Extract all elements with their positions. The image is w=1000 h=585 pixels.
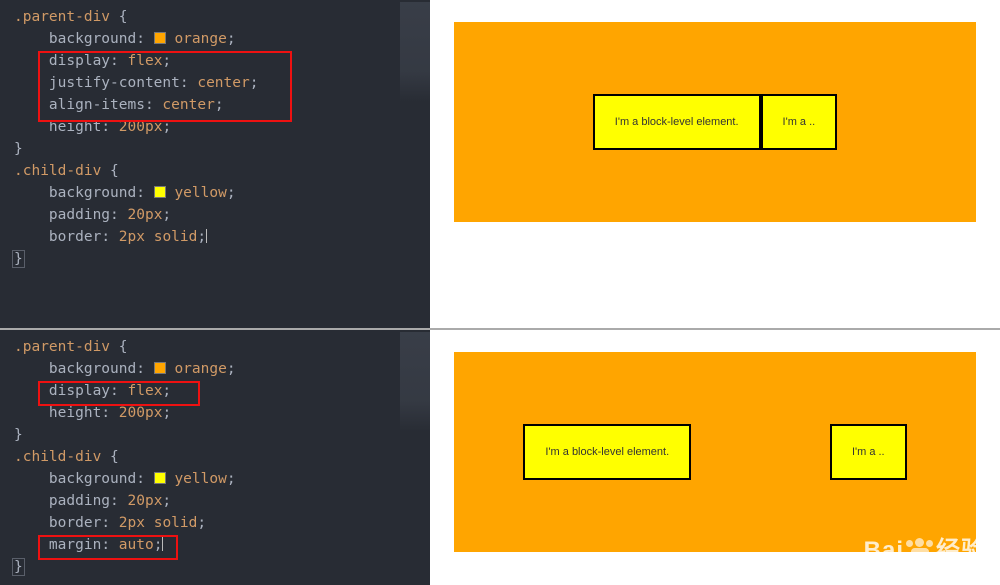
css-value: solid — [154, 515, 198, 531]
css-prop: display — [49, 53, 110, 69]
parent-div-demo: I'm a block-level element. I'm a .. — [454, 22, 976, 222]
css-prop: align-items — [49, 97, 145, 113]
css-selector: .parent-div — [14, 339, 110, 355]
css-value: solid — [154, 229, 198, 245]
child-div-demo: I'm a .. — [761, 94, 838, 150]
css-prop: background — [49, 471, 136, 487]
child-div-demo: I'm a block-level element. — [593, 94, 761, 150]
css-prop: border — [49, 515, 101, 531]
css-value: 2px — [119, 515, 145, 531]
css-prop: justify-content — [49, 75, 180, 91]
css-value: 2px — [119, 229, 145, 245]
css-value: 20px — [128, 493, 163, 509]
child-div-demo: I'm a block-level element. — [523, 424, 691, 480]
css-value: auto — [119, 537, 154, 553]
color-swatch-orange-icon — [154, 362, 166, 374]
css-value: center — [162, 97, 214, 113]
css-value: yellow — [174, 471, 226, 487]
color-swatch-yellow-icon — [154, 186, 166, 198]
color-swatch-yellow-icon — [154, 472, 166, 484]
css-prop: background — [49, 185, 136, 201]
css-value: 200px — [119, 119, 163, 135]
css-selector: .child-div — [14, 449, 101, 465]
css-prop: height — [49, 405, 101, 421]
css-prop: padding — [49, 493, 110, 509]
css-value: 20px — [128, 207, 163, 223]
css-prop: margin — [49, 537, 101, 553]
code-editor-top[interactable]: .parent-div { background: orange; displa… — [0, 0, 430, 328]
watermark-url: jingyan.baidu.com — [864, 565, 986, 579]
text-cursor-icon — [162, 537, 163, 551]
css-value: orange — [174, 361, 226, 377]
css-prop: background — [49, 31, 136, 47]
css-value: yellow — [174, 185, 226, 201]
minimap-icon — [400, 2, 430, 102]
css-prop: background — [49, 361, 136, 377]
parent-div-demo: I'm a block-level element. I'm a .. — [454, 352, 976, 552]
css-prop: height — [49, 119, 101, 135]
minimap-icon — [400, 332, 430, 432]
child-div-demo: I'm a .. — [830, 424, 907, 480]
css-value: orange — [174, 31, 226, 47]
css-prop: border — [49, 229, 101, 245]
css-selector: .parent-div — [14, 9, 110, 25]
css-value: center — [197, 75, 249, 91]
preview-pane-top: I'm a block-level element. I'm a .. — [430, 0, 1000, 328]
code-editor-bottom[interactable]: .parent-div { background: orange; displa… — [0, 330, 430, 585]
css-prop: padding — [49, 207, 110, 223]
css-value: flex — [128, 383, 163, 399]
css-value: flex — [128, 53, 163, 69]
text-cursor-icon — [206, 229, 207, 243]
css-selector: .child-div — [14, 163, 101, 179]
css-prop: display — [49, 383, 110, 399]
color-swatch-orange-icon — [154, 32, 166, 44]
preview-pane-bottom: I'm a block-level element. I'm a .. Bai经… — [430, 330, 1000, 585]
css-value: 200px — [119, 405, 163, 421]
